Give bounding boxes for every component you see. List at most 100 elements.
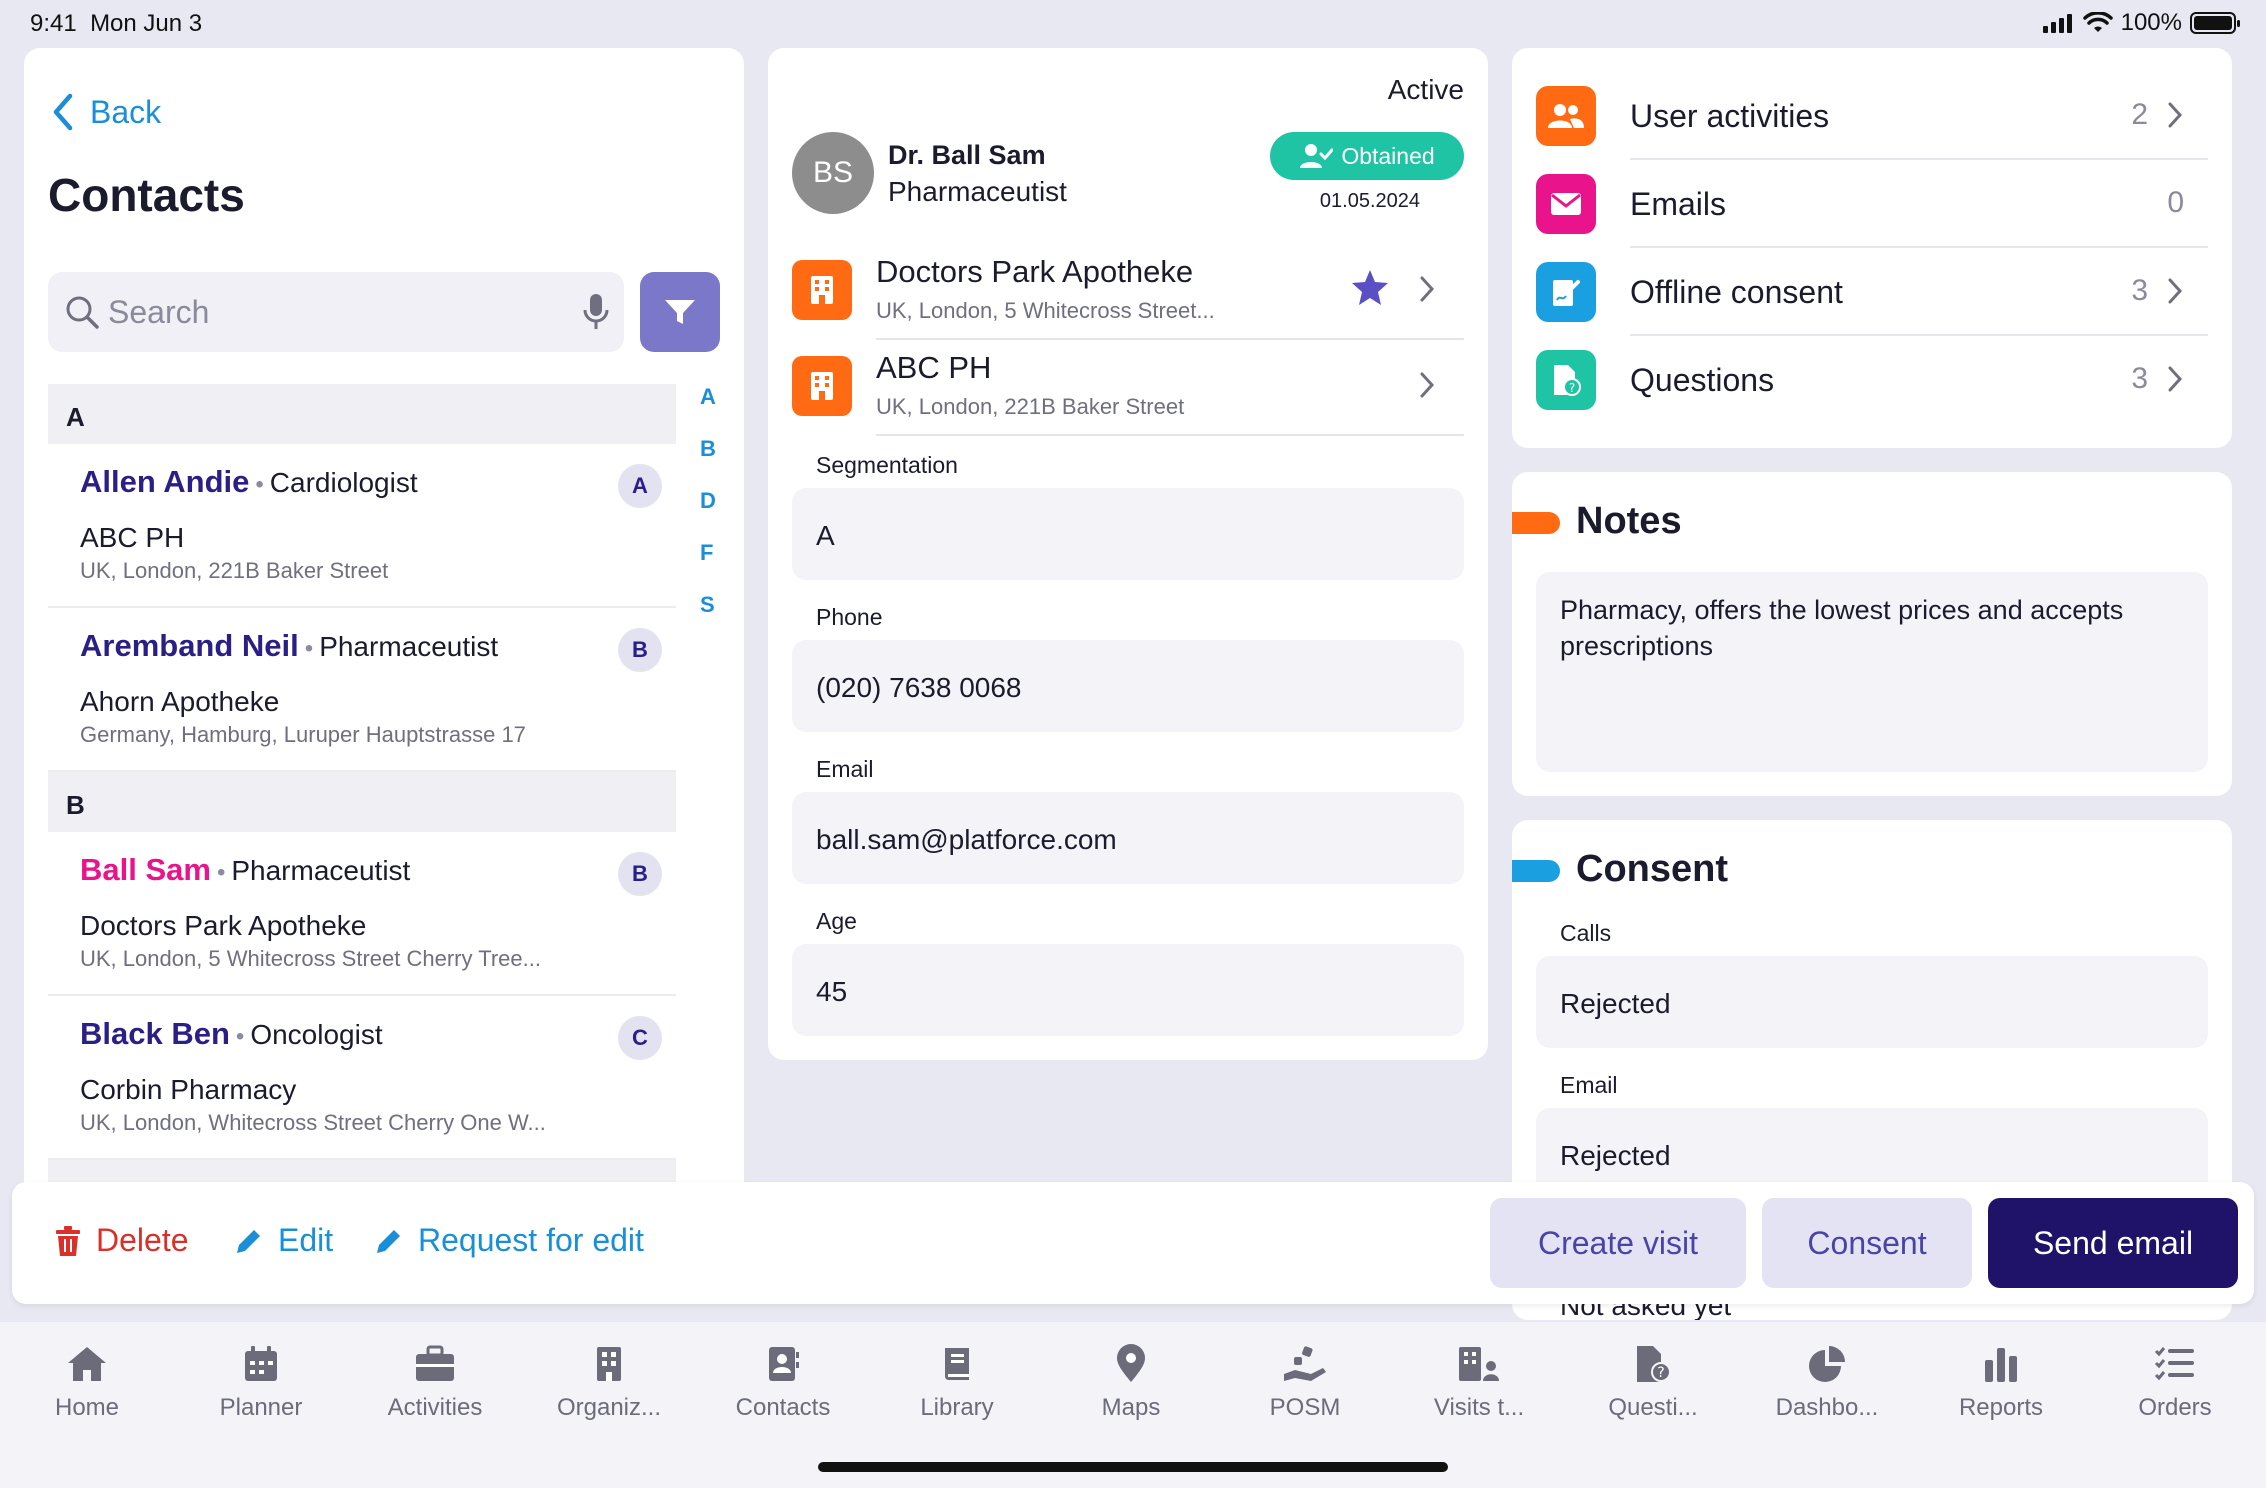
menu-user-activities[interactable]: User activities 2 [1536, 72, 2208, 160]
tab-label: Questi... [1608, 1394, 1698, 1421]
pencil-icon [377, 1229, 400, 1253]
segmentation-field[interactable]: A [792, 488, 1464, 580]
menu-count: 0 [2167, 186, 2184, 219]
contact-address: Germany, Hamburg, Luruper Hauptstrasse 1… [80, 722, 526, 747]
menu-emails[interactable]: Emails 0 [1536, 160, 2208, 248]
edit-button[interactable]: Edit [234, 1222, 333, 1259]
contact-item-ball-sam[interactable]: Ball Sam • Pharmaceutist Doctors Park Apot… [48, 832, 676, 996]
filter-icon [665, 300, 695, 324]
tab-orders[interactable]: Orders [2088, 1344, 2262, 1422]
tab-planner[interactable]: Planner [174, 1344, 348, 1422]
organization-row-abc-ph[interactable]: ABC PH UK, London, 221B Baker Street [792, 342, 1464, 436]
menu-label: User activities [1630, 98, 1830, 134]
divider [876, 434, 1464, 436]
consent-status-label: Obtained [1341, 142, 1435, 169]
notes-title: Notes [1576, 500, 1682, 542]
contact-item-allen-andie[interactable]: Allen Andie • Cardiologist ABC PH UK, Lond… [48, 444, 676, 608]
create-visit-button[interactable]: Create visit [1490, 1198, 1746, 1288]
tab-posm[interactable]: POSM [1218, 1344, 1392, 1422]
contact-item-black-ben[interactable]: Black Ben • Oncologist Corbin Pharmacy UK,… [48, 996, 676, 1160]
menu-questions[interactable]: ? Questions 3 [1536, 336, 2208, 424]
avatar: BS [792, 132, 874, 214]
filter-button[interactable] [640, 272, 720, 352]
section-header-a: A [48, 384, 676, 444]
pie-chart-icon [1809, 1346, 1845, 1382]
notes-accent-bar [1512, 512, 1560, 534]
contact-address: UK, London, Whitecross Street Cherry One… [80, 1110, 546, 1135]
alpha-index-b[interactable]: B [700, 436, 716, 462]
building-icon [597, 1347, 621, 1381]
delete-label: Delete [96, 1222, 189, 1258]
status-bar: 9:41 Mon Jun 3 100% [0, 0, 2266, 48]
home-icon [68, 1347, 106, 1381]
tab-home[interactable]: Home [0, 1344, 174, 1422]
consent-button[interactable]: Consent [1762, 1198, 1972, 1288]
bar-chart-icon [1985, 1348, 2017, 1382]
tab-reports[interactable]: Reports [1914, 1344, 2088, 1422]
menu-count: 2 [2131, 98, 2148, 131]
menu-offline-consent[interactable]: Offline consent 3 [1536, 248, 2208, 336]
segment-badge: B [618, 852, 662, 896]
phone-field[interactable]: (020) 7638 0068 [792, 640, 1464, 732]
divider [876, 338, 1464, 340]
tab-dashboard[interactable]: Dashbo... [1740, 1344, 1914, 1422]
tab-organizations[interactable]: Organiz... [522, 1344, 696, 1422]
contact-name-line: Ball Sam • Pharmaceutist [80, 852, 410, 888]
tab-label: Planner [219, 1394, 303, 1421]
trash-icon [56, 1225, 80, 1256]
consent-status-badge[interactable]: Obtained [1270, 132, 1464, 180]
alpha-index-f[interactable]: F [700, 540, 713, 566]
contact-organization: Corbin Pharmacy [80, 1074, 297, 1105]
consent-date: 01.05.2024 [1319, 190, 1420, 212]
calls-consent-field[interactable]: Rejected [1536, 956, 2208, 1048]
back-button[interactable]: Back [50, 92, 161, 132]
star-icon[interactable] [1350, 268, 1390, 306]
tab-library[interactable]: Library [870, 1344, 1044, 1422]
status-indicators: 100% [2042, 9, 2240, 37]
home-indicator[interactable] [818, 1462, 1448, 1472]
tab-questionnaires[interactable]: ? Questi... [1566, 1344, 1740, 1422]
consent-title: Consent [1576, 848, 1728, 890]
tab-maps[interactable]: Maps [1044, 1344, 1218, 1422]
menu-count: 3 [2131, 274, 2148, 307]
organization-row-doctors-park[interactable]: Doctors Park Apotheke UK, London, 5 Whit… [792, 246, 1464, 340]
tab-contacts[interactable]: Contacts [696, 1344, 870, 1422]
briefcase-icon [416, 1345, 454, 1381]
visits-icon [1459, 1347, 1499, 1381]
alpha-index-a[interactable]: A [700, 384, 716, 410]
menu-count: 3 [2131, 362, 2148, 395]
contact-specialty: Pharmaceutist [888, 176, 1067, 207]
action-bar: Delete Edit Request for edit Create visi… [12, 1182, 2254, 1304]
microphone-icon[interactable] [582, 292, 610, 332]
book-icon [944, 1348, 969, 1380]
tab-label: Reports [1958, 1394, 2044, 1421]
posm-icon [1284, 1346, 1326, 1381]
back-label: Back [90, 93, 162, 130]
question-doc-icon: ? [1536, 350, 1596, 410]
tab-visits[interactable]: Visits t... [1392, 1344, 1566, 1422]
request-edit-label: Request for edit [418, 1222, 644, 1258]
request-edit-button[interactable]: Request for edit [374, 1222, 644, 1259]
email-field[interactable]: ball.sam@platforce.com [792, 792, 1464, 884]
status-label: Active [1387, 74, 1464, 105]
alpha-index-s[interactable]: S [700, 592, 715, 618]
separator: • [255, 471, 264, 498]
age-label: Age [816, 908, 857, 934]
alpha-index-d[interactable]: D [700, 488, 716, 514]
email-consent-label: Email [1560, 1072, 1618, 1098]
tab-activities[interactable]: Activities [348, 1344, 522, 1422]
search-input[interactable]: Search [48, 272, 624, 352]
send-email-button[interactable]: Send email [1988, 1198, 2238, 1288]
notes-text[interactable]: Pharmacy, offers the lowest prices and a… [1536, 572, 2208, 772]
contact-organization: Ahorn Apotheke [80, 686, 280, 717]
contact-item-aremband-neil[interactable]: Aremband Neil • Pharmaceutist Ahorn Apothe… [48, 608, 676, 772]
battery-icon [2190, 12, 2240, 34]
chevron-right-icon [1420, 276, 1435, 302]
chevron-right-icon [2168, 366, 2183, 392]
age-field[interactable]: 45 [792, 944, 1464, 1036]
delete-button[interactable]: Delete [54, 1222, 189, 1259]
summary-panel: User activities 2 Emails 0 Offline conse… [1512, 48, 2232, 448]
contact-organization: ABC PH [80, 522, 185, 553]
phone-label: Phone [816, 604, 883, 630]
chevron-left-icon [53, 93, 73, 131]
